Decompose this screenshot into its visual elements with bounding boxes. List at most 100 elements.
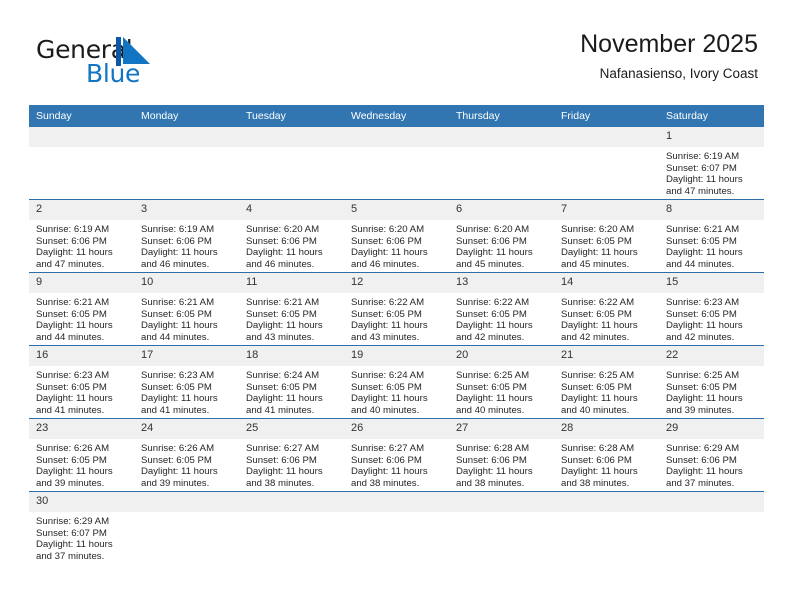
day-number: 6 xyxy=(449,200,554,220)
daylight-text-line1: Daylight: 11 hours xyxy=(456,320,533,332)
day-details: Sunrise: 6:19 AM Sunset: 6:06 PM Daylight:… xyxy=(29,220,134,270)
daylight-text-line2: and 38 minutes. xyxy=(351,477,420,489)
sunrise-text: Sunrise: 6:25 AM xyxy=(561,370,635,381)
day-number xyxy=(344,127,449,147)
weekday-header-saturday: Saturday xyxy=(659,105,764,127)
calendar-day-cell[interactable]: 9 Sunrise: 6:21 AM Sunset: 6:05 PM Daylight… xyxy=(29,272,134,346)
calendar-day-cell-empty xyxy=(449,491,554,564)
sunset-text: Sunset: 6:06 PM xyxy=(246,235,317,247)
day-number: 20 xyxy=(449,346,554,366)
sunrise-text: Sunrise: 6:25 AM xyxy=(666,370,740,381)
daylight-text-line1: Daylight: 11 hours xyxy=(141,320,218,332)
day-number: 27 xyxy=(449,419,554,439)
calendar-day-cell[interactable]: 20 Sunrise: 6:25 AM Sunset: 6:05 PM Dayligh… xyxy=(449,345,554,419)
calendar-day-cell[interactable]: 16 Sunrise: 6:23 AM Sunset: 6:05 PM Dayligh… xyxy=(29,345,134,419)
day-number: 23 xyxy=(29,419,134,439)
page-header: General Blue November 2025 Nafanasienso,… xyxy=(0,0,792,100)
sunset-text: Sunset: 6:06 PM xyxy=(666,454,737,466)
sunrise-text: Sunrise: 6:27 AM xyxy=(351,443,425,454)
sunrise-text: Sunrise: 6:19 AM xyxy=(666,151,740,162)
sunrise-text: Sunrise: 6:26 AM xyxy=(36,443,110,454)
calendar-day-cell[interactable]: 3 Sunrise: 6:19 AM Sunset: 6:06 PM Daylight… xyxy=(134,199,239,273)
weekday-header-sunday: Sunday xyxy=(29,105,134,127)
day-details: Sunrise: 6:24 AM Sunset: 6:05 PM Daylight:… xyxy=(239,366,344,416)
calendar-header-row: Sunday Monday Tuesday Wednesday Thursday… xyxy=(29,105,764,127)
weekday-header-thursday: Thursday xyxy=(449,105,554,127)
calendar-day-cell-empty xyxy=(134,491,239,564)
day-number xyxy=(659,492,764,512)
daylight-text-line1: Daylight: 11 hours xyxy=(36,539,113,551)
calendar-day-cell[interactable]: 25 Sunrise: 6:27 AM Sunset: 6:06 PM Dayligh… xyxy=(239,418,344,492)
calendar-day-cell[interactable]: 7 Sunrise: 6:20 AM Sunset: 6:05 PM Daylight… xyxy=(554,199,659,273)
calendar-day-cell[interactable]: 24 Sunrise: 6:26 AM Sunset: 6:05 PM Dayligh… xyxy=(134,418,239,492)
day-number: 19 xyxy=(344,346,449,366)
calendar-day-cell[interactable]: 18 Sunrise: 6:24 AM Sunset: 6:05 PM Dayligh… xyxy=(239,345,344,419)
calendar-day-cell[interactable]: 21 Sunrise: 6:25 AM Sunset: 6:05 PM Dayligh… xyxy=(554,345,659,419)
day-details: Sunrise: 6:25 AM Sunset: 6:05 PM Daylight:… xyxy=(659,366,764,416)
daylight-text-line2: and 44 minutes. xyxy=(36,331,105,343)
calendar-day-cell[interactable]: 30 Sunrise: 6:29 AM Sunset: 6:07 PM Dayligh… xyxy=(29,491,134,564)
daylight-text-line1: Daylight: 11 hours xyxy=(456,466,533,478)
calendar-day-cell[interactable]: 12 Sunrise: 6:22 AM Sunset: 6:05 PM Dayligh… xyxy=(344,272,449,346)
calendar-day-cell[interactable]: 26 Sunrise: 6:27 AM Sunset: 6:06 PM Dayligh… xyxy=(344,418,449,492)
day-details: Sunrise: 6:29 AM Sunset: 6:06 PM Daylight:… xyxy=(659,439,764,489)
calendar-day-cell[interactable]: 22 Sunrise: 6:25 AM Sunset: 6:05 PM Dayligh… xyxy=(659,345,764,419)
day-number: 13 xyxy=(449,273,554,293)
calendar-week-row: 2 Sunrise: 6:19 AM Sunset: 6:06 PM Daylight… xyxy=(29,199,764,273)
sunset-text: Sunset: 6:05 PM xyxy=(36,454,107,466)
daylight-text-line1: Daylight: 11 hours xyxy=(561,466,638,478)
day-details: Sunrise: 6:22 AM Sunset: 6:05 PM Daylight:… xyxy=(344,293,449,343)
daylight-text-line2: and 37 minutes. xyxy=(36,550,105,562)
daylight-text-line1: Daylight: 11 hours xyxy=(141,247,218,259)
calendar-day-cell[interactable]: 1 Sunrise: 6:19 AM Sunset: 6:07 PM Daylight… xyxy=(659,127,764,200)
sunrise-text: Sunrise: 6:23 AM xyxy=(141,370,215,381)
daylight-text-line2: and 43 minutes. xyxy=(246,331,315,343)
calendar-day-cell[interactable]: 8 Sunrise: 6:21 AM Sunset: 6:05 PM Daylight… xyxy=(659,199,764,273)
calendar-day-cell[interactable]: 15 Sunrise: 6:23 AM Sunset: 6:05 PM Dayligh… xyxy=(659,272,764,346)
calendar-day-cell[interactable]: 11 Sunrise: 6:21 AM Sunset: 6:05 PM Dayligh… xyxy=(239,272,344,346)
brand-name-bottom: Blue xyxy=(86,59,141,88)
day-number xyxy=(134,127,239,147)
sunrise-text: Sunrise: 6:21 AM xyxy=(141,297,215,308)
calendar-week-row: 16 Sunrise: 6:23 AM Sunset: 6:05 PM Dayligh… xyxy=(29,345,764,419)
day-details: Sunrise: 6:19 AM Sunset: 6:07 PM Daylight:… xyxy=(659,147,764,197)
page-subtitle: Nafanasienso, Ivory Coast xyxy=(599,66,758,81)
calendar-day-cell[interactable]: 10 Sunrise: 6:21 AM Sunset: 6:05 PM Dayligh… xyxy=(134,272,239,346)
daylight-text-line1: Daylight: 11 hours xyxy=(351,466,428,478)
sunset-text: Sunset: 6:07 PM xyxy=(36,527,107,539)
day-number: 8 xyxy=(659,200,764,220)
sunset-text: Sunset: 6:05 PM xyxy=(141,454,212,466)
calendar-day-cell[interactable]: 19 Sunrise: 6:24 AM Sunset: 6:05 PM Dayligh… xyxy=(344,345,449,419)
day-details: Sunrise: 6:21 AM Sunset: 6:05 PM Daylight:… xyxy=(239,293,344,343)
day-details: Sunrise: 6:19 AM Sunset: 6:06 PM Daylight:… xyxy=(134,220,239,270)
daylight-text-line1: Daylight: 11 hours xyxy=(141,393,218,405)
calendar-day-cell[interactable]: 6 Sunrise: 6:20 AM Sunset: 6:06 PM Daylight… xyxy=(449,199,554,273)
daylight-text-line2: and 41 minutes. xyxy=(141,404,210,416)
calendar-day-cell[interactable]: 5 Sunrise: 6:20 AM Sunset: 6:06 PM Daylight… xyxy=(344,199,449,273)
calendar-day-cell-empty xyxy=(29,127,134,200)
daylight-text-line1: Daylight: 11 hours xyxy=(666,466,743,478)
day-details: Sunrise: 6:20 AM Sunset: 6:05 PM Daylight:… xyxy=(554,220,659,270)
daylight-text-line1: Daylight: 11 hours xyxy=(561,393,638,405)
calendar-day-cell[interactable]: 29 Sunrise: 6:29 AM Sunset: 6:06 PM Dayligh… xyxy=(659,418,764,492)
brand-logo[interactable]: General Blue xyxy=(36,36,226,92)
daylight-text-line2: and 46 minutes. xyxy=(351,258,420,270)
calendar-day-cell[interactable]: 17 Sunrise: 6:23 AM Sunset: 6:05 PM Dayligh… xyxy=(134,345,239,419)
day-details: Sunrise: 6:21 AM Sunset: 6:05 PM Daylight:… xyxy=(659,220,764,270)
daylight-text-line1: Daylight: 11 hours xyxy=(351,320,428,332)
sunrise-text: Sunrise: 6:28 AM xyxy=(561,443,635,454)
daylight-text-line1: Daylight: 11 hours xyxy=(666,174,743,186)
calendar-day-cell[interactable]: 14 Sunrise: 6:22 AM Sunset: 6:05 PM Dayligh… xyxy=(554,272,659,346)
calendar-day-cell[interactable]: 23 Sunrise: 6:26 AM Sunset: 6:05 PM Dayligh… xyxy=(29,418,134,492)
daylight-text-line1: Daylight: 11 hours xyxy=(561,247,638,259)
sunset-text: Sunset: 6:05 PM xyxy=(36,308,107,320)
calendar-day-cell[interactable]: 13 Sunrise: 6:22 AM Sunset: 6:05 PM Dayligh… xyxy=(449,272,554,346)
sunset-text: Sunset: 6:05 PM xyxy=(666,235,737,247)
calendar-day-cell[interactable]: 28 Sunrise: 6:28 AM Sunset: 6:06 PM Dayligh… xyxy=(554,418,659,492)
calendar-day-cell[interactable]: 4 Sunrise: 6:20 AM Sunset: 6:06 PM Daylight… xyxy=(239,199,344,273)
calendar-day-cell[interactable]: 27 Sunrise: 6:28 AM Sunset: 6:06 PM Dayligh… xyxy=(449,418,554,492)
day-number: 12 xyxy=(344,273,449,293)
calendar-day-cell[interactable]: 2 Sunrise: 6:19 AM Sunset: 6:06 PM Daylight… xyxy=(29,199,134,273)
daylight-text-line2: and 42 minutes. xyxy=(456,331,525,343)
sunrise-text: Sunrise: 6:25 AM xyxy=(456,370,530,381)
